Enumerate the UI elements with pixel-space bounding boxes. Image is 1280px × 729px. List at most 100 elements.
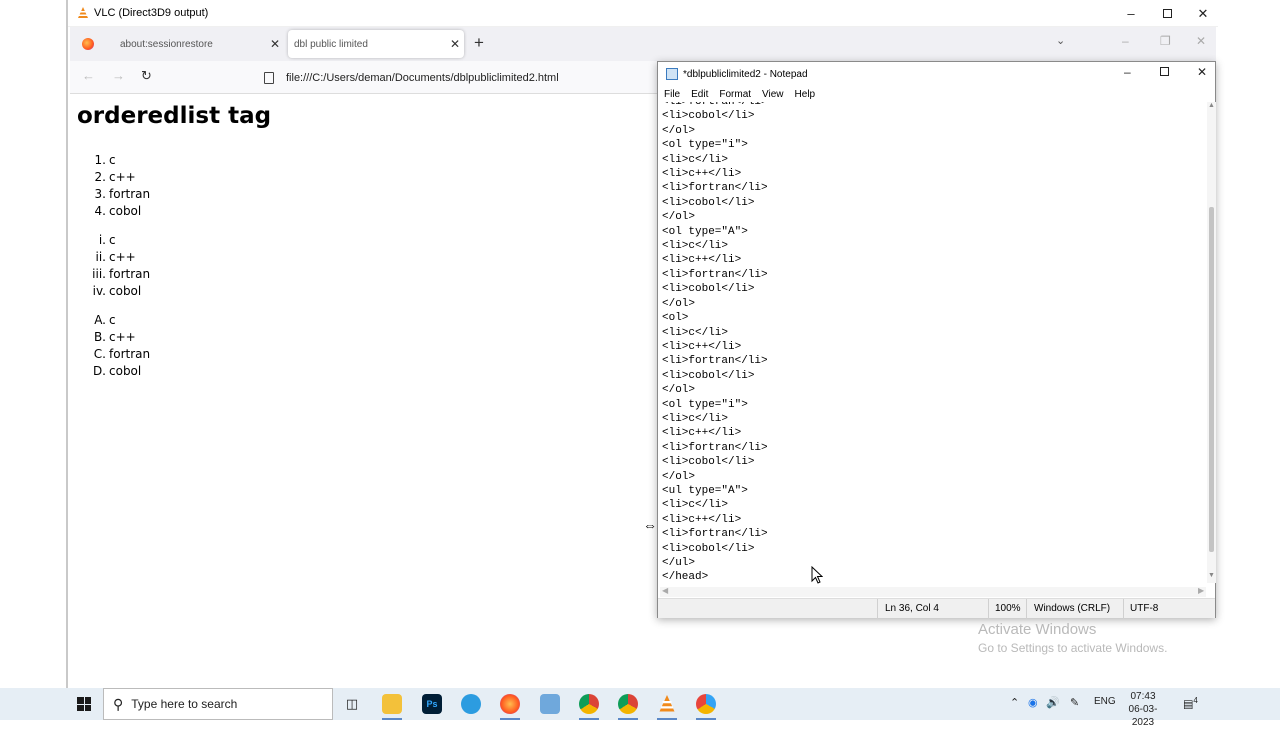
code-line: </ol> xyxy=(662,384,696,397)
taskbar-clock[interactable]: 07:43 06-03-2023 xyxy=(1118,690,1168,729)
url-bar[interactable]: file:///C:/Users/deman/Documents/dblpubl… xyxy=(254,65,674,91)
list-item: C. fortran xyxy=(93,347,151,361)
speaker-icon[interactable]: 🔊 xyxy=(1046,696,1060,709)
page-heading: orderedlist tag xyxy=(77,103,272,129)
pen-icon[interactable]: ✎ xyxy=(1070,696,1079,709)
notepad-title: *dblpubliclimited2 - Notepad xyxy=(683,68,808,80)
notepad-vertical-scrollbar[interactable]: ▲ ▼ xyxy=(1207,102,1216,583)
vlc-maximize-button[interactable] xyxy=(1149,0,1185,27)
notepad-maximize-button[interactable] xyxy=(1160,65,1169,79)
notepad-status-bar: Ln 36, Col 4 100% Windows (CRLF) UTF-8 xyxy=(658,598,1215,619)
zoom-level: 100% xyxy=(995,603,1021,614)
chrome-icon[interactable] xyxy=(618,694,638,720)
code-line: </ol> xyxy=(662,124,696,137)
code-line: <li>c++</li> xyxy=(662,168,742,181)
menu-help[interactable]: Help xyxy=(795,89,816,100)
tab-close-icon[interactable]: ✕ xyxy=(446,37,464,51)
scroll-left-icon[interactable]: ◀ xyxy=(662,586,668,595)
ordered-list-numeric: 1. c 2. c++ 3. fortran 4. cobol xyxy=(70,152,270,220)
back-arrow-icon[interactable]: ← xyxy=(82,68,95,83)
code-line: <li>c++</li> xyxy=(662,513,742,526)
code-line: <li>cobol</li> xyxy=(662,369,755,382)
code-line: <ol type="A"> xyxy=(662,225,748,238)
windows-start-icon[interactable] xyxy=(77,697,91,711)
ordered-list-roman: i. c ii. c++ iii. fortran iv. cobol xyxy=(70,232,270,300)
code-line: <li>c</li> xyxy=(662,412,729,425)
line-ending: Windows (CRLF) xyxy=(1034,603,1111,614)
list-item: D. cobol xyxy=(92,364,142,378)
code-line: <li>fortran</li> xyxy=(662,528,768,541)
scroll-thumb[interactable] xyxy=(1209,207,1214,552)
new-tab-plus-icon[interactable]: + xyxy=(474,33,484,53)
menu-edit[interactable]: Edit xyxy=(691,89,708,100)
browser-close-icon[interactable]: ✕ xyxy=(1196,34,1206,48)
scroll-right-icon[interactable]: ▶ xyxy=(1198,586,1204,595)
taskbar-search-box[interactable]: ⚲ Type here to search xyxy=(103,688,333,720)
code-line: <li>fortran</li> xyxy=(662,268,768,281)
vlc-close-button[interactable]: ✕ xyxy=(1185,0,1221,27)
browser-restore-icon[interactable]: ❐ xyxy=(1160,34,1171,48)
url-text: file:///C:/Users/deman/Documents/dblpubl… xyxy=(286,72,559,84)
edge-icon[interactable] xyxy=(461,694,481,714)
desktop-app-icon[interactable] xyxy=(540,694,560,714)
code-line: <li>c++</li> xyxy=(662,427,742,440)
notification-center-icon[interactable]: ▤4 xyxy=(1183,696,1198,711)
code-line: </ul> xyxy=(662,557,696,569)
notepad-icon xyxy=(666,68,678,80)
notepad-horizontal-scrollbar[interactable]: ◀ ▶ xyxy=(660,586,1206,597)
list-item: 3. fortran xyxy=(94,187,151,201)
browser-minimize-icon[interactable]: – xyxy=(1122,34,1129,48)
code-line: <li>fortran</li> xyxy=(662,102,768,108)
notepad-text-area[interactable]: <li>fortran</li> <li>cobol</li> </ol> <ol t… xyxy=(660,102,1206,587)
list-all-tabs-chevron-icon[interactable]: ⌄ xyxy=(1056,34,1065,47)
tab-dbl-public-limited[interactable]: dbl public limited ✕ xyxy=(288,30,464,58)
vlc-minimize-button[interactable]: – xyxy=(1113,0,1149,27)
code-line: <li>c</li> xyxy=(662,499,729,512)
resize-cursor-icon: ⇔ xyxy=(643,517,657,533)
tab-sessionrestore[interactable]: about:sessionrestore ✕ xyxy=(74,30,284,58)
menu-file[interactable]: File xyxy=(664,89,680,100)
chrome-canary-icon[interactable] xyxy=(696,694,716,720)
language-indicator[interactable]: ENG xyxy=(1094,696,1116,707)
list-item: 1. c xyxy=(94,153,116,167)
notification-count: 4 xyxy=(1193,696,1198,705)
code-line: <li>cobol</li> xyxy=(662,542,755,555)
scroll-up-icon[interactable]: ▲ xyxy=(1208,102,1215,109)
cursor-position: Ln 36, Col 4 xyxy=(885,603,939,614)
notepad-menu-bar: File Edit Format View Help xyxy=(658,86,1215,102)
chrome-profile-icon[interactable] xyxy=(579,694,599,720)
forward-arrow-icon[interactable]: → xyxy=(112,68,125,83)
notepad-title-bar: *dblpubliclimited2 - Notepad xyxy=(658,62,1215,86)
notepad-minimize-button[interactable]: – xyxy=(1124,65,1131,79)
mouse-pointer-icon xyxy=(811,566,823,584)
scroll-down-icon[interactable]: ▼ xyxy=(1208,572,1215,579)
menu-view[interactable]: View xyxy=(762,89,784,100)
notepad-window: *dblpubliclimited2 - Notepad – ✕ File Ed… xyxy=(657,61,1216,619)
firefox-taskbar-icon[interactable] xyxy=(500,694,520,720)
reload-icon[interactable]: ↻ xyxy=(141,68,152,84)
chrome-tray-icon[interactable]: ◉ xyxy=(1028,696,1038,709)
menu-format[interactable]: Format xyxy=(719,89,751,100)
code-line: <li>fortran</li> xyxy=(662,182,768,195)
code-line: <li>c</li> xyxy=(662,240,729,253)
code-line: </head> xyxy=(662,571,709,584)
code-line: <ol type="i"> xyxy=(662,139,748,152)
page-content: orderedlist tag 1. c 2. c++ 3. fortran 4. co… xyxy=(70,94,658,688)
list-item: iv. cobol xyxy=(92,284,142,298)
windows-taskbar: ⚲ Type here to search ◫ Ps ⌃ ◉ 🔊 ✎ ENG 0… xyxy=(0,688,1280,728)
code-line: <li>c</li> xyxy=(662,153,729,166)
code-line: <li>cobol</li> xyxy=(662,196,755,209)
file-explorer-icon[interactable] xyxy=(382,694,402,720)
code-line: </ol> xyxy=(662,470,696,483)
show-hidden-icons-chevron-icon[interactable]: ⌃ xyxy=(1010,696,1019,709)
search-icon: ⚲ xyxy=(113,695,124,712)
photoshop-icon[interactable]: Ps xyxy=(422,694,442,714)
code-line: <li>cobol</li> xyxy=(662,110,755,123)
task-view-icon[interactable]: ◫ xyxy=(342,694,362,714)
list-item: B. c++ xyxy=(93,330,136,344)
notepad-close-button[interactable]: ✕ xyxy=(1197,65,1207,79)
tab-close-icon[interactable]: ✕ xyxy=(266,37,284,51)
vlc-window-title: VLC (Direct3D9 output) xyxy=(94,7,209,19)
vlc-taskbar-icon[interactable] xyxy=(657,694,677,720)
code-line: <li>cobol</li> xyxy=(662,456,755,469)
